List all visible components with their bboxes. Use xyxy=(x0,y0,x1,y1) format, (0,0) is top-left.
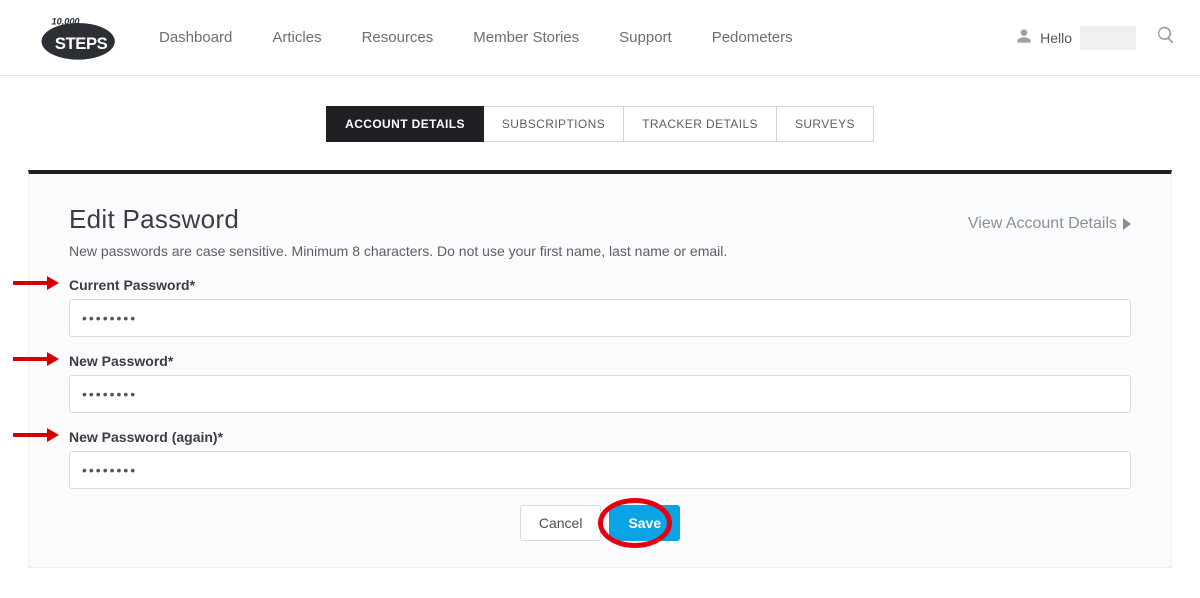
confirm-password-input[interactable] xyxy=(69,451,1131,489)
nav-pedometers[interactable]: Pedometers xyxy=(712,29,793,46)
svg-text:10,000: 10,000 xyxy=(52,16,80,26)
current-password-label: Current Password* xyxy=(69,277,1131,293)
new-password-input[interactable] xyxy=(69,375,1131,413)
cancel-button[interactable]: Cancel xyxy=(520,505,602,541)
account-tabs: ACCOUNT DETAILS SUBSCRIPTIONS TRACKER DE… xyxy=(0,106,1200,142)
page-title: Edit Password xyxy=(69,204,239,235)
nav-support[interactable]: Support xyxy=(619,29,672,46)
nav-articles[interactable]: Articles xyxy=(272,29,321,46)
current-password-field: Current Password* xyxy=(69,277,1131,337)
tab-tracker-details[interactable]: TRACKER DETAILS xyxy=(624,106,777,142)
view-account-details-label: View Account Details xyxy=(968,215,1117,233)
top-bar: 10,000 STEPS Dashboard Articles Resource… xyxy=(0,0,1200,76)
current-password-input[interactable] xyxy=(69,299,1131,337)
nav-dashboard[interactable]: Dashboard xyxy=(159,29,232,46)
edit-password-card: Edit Password View Account Details New p… xyxy=(28,170,1172,568)
confirm-password-label: New Password (again)* xyxy=(69,429,1131,445)
confirm-password-field: New Password (again)* xyxy=(69,429,1131,489)
annotation-arrow-icon xyxy=(11,426,59,449)
chevron-right-icon xyxy=(1123,218,1131,230)
user-greeting: Hello xyxy=(1040,30,1072,46)
password-help-text: New passwords are case sensitive. Minimu… xyxy=(69,243,1131,259)
user-name-redacted xyxy=(1080,26,1136,50)
card-header: Edit Password View Account Details xyxy=(69,204,1131,243)
svg-text:STEPS: STEPS xyxy=(55,33,108,52)
logo[interactable]: 10,000 STEPS xyxy=(24,13,129,63)
tab-subscriptions[interactable]: SUBSCRIPTIONS xyxy=(484,106,624,142)
annotation-arrow-icon xyxy=(11,350,59,373)
form-actions: Cancel Save xyxy=(69,505,1131,541)
user-box[interactable]: Hello xyxy=(1016,26,1136,50)
new-password-field: New Password* xyxy=(69,353,1131,413)
user-icon xyxy=(1016,28,1032,47)
save-button[interactable]: Save xyxy=(609,505,680,541)
new-password-label: New Password* xyxy=(69,353,1131,369)
view-account-details-link[interactable]: View Account Details xyxy=(968,215,1131,233)
search-icon[interactable] xyxy=(1156,25,1176,50)
tab-surveys[interactable]: SURVEYS xyxy=(777,106,874,142)
nav-member-stories[interactable]: Member Stories xyxy=(473,29,579,46)
nav-resources[interactable]: Resources xyxy=(362,29,434,46)
top-nav: Dashboard Articles Resources Member Stor… xyxy=(159,29,1016,46)
annotation-arrow-icon xyxy=(11,274,59,297)
tab-account-details[interactable]: ACCOUNT DETAILS xyxy=(326,106,484,142)
